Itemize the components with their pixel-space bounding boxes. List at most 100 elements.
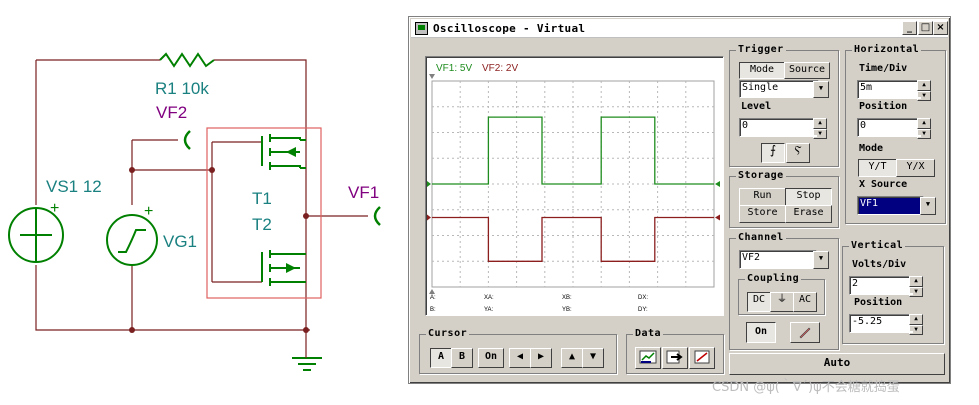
cursor-group: Cursor A B On ◀ ▶ ▲ ▼ — [419, 328, 617, 374]
ground-icon — [292, 357, 322, 371]
trace-ground-marker-icon — [427, 214, 431, 221]
coupling-group: Coupling DC ⏚ AC — [738, 273, 825, 315]
vf2-probe — [183, 130, 191, 150]
chart-export-icon — [639, 350, 657, 364]
cursor-left-button[interactable]: ◀ — [509, 348, 531, 368]
volts-div-label: Volts/Div — [852, 259, 907, 270]
vertical-position-spinner[interactable]: ▲ ▼ — [909, 314, 923, 335]
vertical-position-label: Position — [854, 297, 903, 308]
trigger-rising-edge-button[interactable]: ⨍ — [761, 143, 785, 163]
trigger-mode-dropdown-icon[interactable]: ▼ — [813, 81, 829, 98]
t2-label: T2 — [252, 215, 272, 234]
vertical-title: Vertical — [849, 240, 906, 251]
trigger-mode-button[interactable]: Mode — [739, 62, 785, 79]
trigger-level-spinner[interactable]: ▲ ▼ — [813, 118, 827, 139]
trigger-falling-edge-button[interactable]: Ⲋ — [786, 143, 810, 163]
coupling-ground-button[interactable]: ⏚ — [770, 292, 794, 312]
channel-select[interactable]: VF2 — [739, 250, 817, 269]
scope-traces — [427, 116, 720, 262]
cursor-dy-readout: DY: — [638, 307, 648, 313]
data-clear-button[interactable] — [689, 347, 715, 369]
scope-screen[interactable]: VF1: 5V VF2: 2V A: XA: XB: DX: B: YA: YB… — [425, 56, 724, 316]
cursor-dx-readout: DX: — [638, 295, 648, 301]
channel-on-button[interactable]: On — [746, 322, 776, 343]
cursor-xb-readout: XB: — [562, 295, 572, 301]
storage-stop-button[interactable]: Stop — [785, 188, 832, 206]
storage-title: Storage — [736, 170, 786, 181]
x-source-dropdown-icon[interactable]: ▼ — [920, 197, 936, 215]
horizontal-position-input[interactable]: 0 — [857, 118, 921, 137]
time-div-spinner[interactable]: ▲ ▼ — [917, 80, 931, 101]
cursor-on-button[interactable]: On — [478, 348, 504, 368]
chart-clear-icon — [694, 350, 710, 364]
r1-label: R1 10k — [155, 79, 209, 98]
cursor-b-readout: B: — [430, 307, 436, 313]
cursor-down-button[interactable]: ▼ — [582, 348, 604, 368]
channel-title: Channel — [736, 232, 786, 243]
storage-run-button[interactable]: Run — [739, 188, 786, 206]
cursor-up-button[interactable]: ▲ — [561, 348, 583, 368]
trigger-position-marker-icon — [429, 289, 435, 294]
vs1-label: VS1 12 — [46, 177, 102, 196]
volts-div-input[interactable]: 2 — [849, 276, 913, 295]
vertical-group: Vertical Volts/Div 2 ▲ ▼ Position -5.25 ▲… — [842, 240, 944, 344]
close-button[interactable]: × — [933, 21, 948, 35]
cursor-readouts: A: XA: XB: DX: B: YA: YB: DY: — [430, 295, 648, 313]
pen-icon — [799, 327, 811, 339]
trigger-source-button[interactable]: Source — [784, 62, 830, 79]
horizontal-group: Horizontal Time/Div 5m ▲ ▼ Position 0 ▲ ▼ … — [845, 44, 946, 224]
r1-resistor — [159, 52, 215, 68]
vs1-plus: + — [50, 200, 59, 217]
x-source-select[interactable]: VF1 — [857, 196, 924, 215]
t2-mosfet — [261, 250, 306, 286]
mode-yt-button[interactable]: Y/T — [858, 159, 897, 177]
probe-pen-button[interactable] — [790, 322, 820, 343]
horizontal-mode-label: Mode — [859, 143, 884, 154]
data-transfer-button[interactable] — [662, 347, 688, 369]
maximize-button[interactable]: □ — [918, 21, 933, 35]
legend-vf1: VF1: 5V — [436, 63, 472, 74]
trace-level-marker-icon — [715, 214, 720, 221]
horizontal-title: Horizontal — [852, 44, 922, 55]
trigger-mode-select[interactable]: Single — [739, 80, 819, 98]
x-source-label: X Source — [859, 179, 908, 190]
minimize-button[interactable]: _ — [902, 21, 917, 35]
coupling-ac-button[interactable]: AC — [793, 292, 817, 312]
cursor-a-button[interactable]: A — [430, 348, 452, 368]
mode-yx-button[interactable]: Y/X — [896, 159, 935, 177]
arrow-right-icon — [666, 350, 683, 364]
time-div-input[interactable]: 5m — [857, 80, 921, 99]
vf1-label: VF1 — [348, 183, 379, 202]
volts-div-spinner[interactable]: ▲ ▼ — [909, 276, 923, 297]
auto-button[interactable]: Auto — [729, 353, 945, 375]
cursor-b-button[interactable]: B — [451, 348, 473, 368]
cursor-ya-readout: YA: — [484, 307, 494, 313]
cursor-title: Cursor — [426, 328, 470, 339]
data-export-button[interactable] — [635, 347, 661, 369]
vg1-label: VG1 — [163, 232, 197, 251]
trigger-title: Trigger — [736, 44, 786, 55]
data-title: Data — [633, 328, 664, 339]
vertical-position-input[interactable]: -5.25 — [849, 314, 913, 333]
legend-vf2: VF2: 2V — [482, 63, 518, 74]
t1-label: T1 — [252, 189, 272, 208]
title-bar[interactable]: Oscilloscope - Virtual _ □ × — [411, 19, 948, 38]
scope-display: VF1: 5V VF2: 2V A: XA: XB: DX: B: YA: YB… — [427, 63, 720, 313]
trace-level-marker-icon — [715, 181, 720, 187]
trace-vf2 — [432, 216, 714, 262]
storage-store-button[interactable]: Store — [739, 205, 786, 223]
horizontal-position-label: Position — [859, 101, 908, 112]
vg1-source — [106, 214, 158, 266]
coupling-dc-button[interactable]: DC — [747, 292, 771, 312]
top-marker-icon — [429, 74, 435, 79]
t2-arrow-icon — [286, 263, 296, 273]
horizontal-position-spinner[interactable]: ▲ ▼ — [917, 118, 931, 139]
t1-mosfet — [261, 134, 306, 170]
trigger-level-input[interactable]: 0 — [739, 118, 817, 137]
trace-ground-marker-icon — [427, 181, 431, 187]
channel-dropdown-icon[interactable]: ▼ — [813, 251, 829, 269]
circuit-wires — [35, 59, 368, 350]
vf1-probe — [373, 206, 381, 226]
cursor-right-button[interactable]: ▶ — [530, 348, 552, 368]
storage-erase-button[interactable]: Erase — [785, 205, 832, 223]
